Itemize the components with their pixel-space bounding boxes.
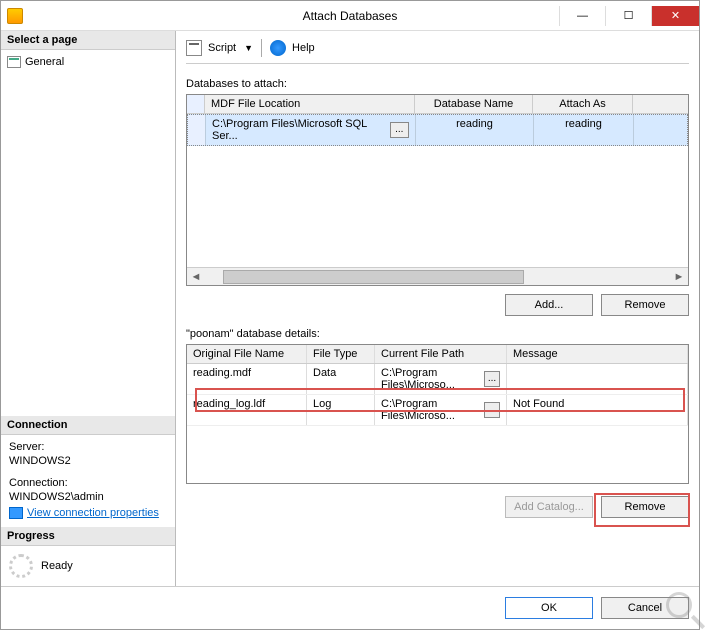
attach-as-cell[interactable]: reading	[534, 115, 634, 145]
close-button[interactable]: ✕	[651, 6, 699, 26]
page-icon	[7, 56, 21, 68]
add-button[interactable]: Add...	[505, 294, 593, 316]
server-label: Server:	[9, 441, 167, 453]
left-panel: Select a page General Connection Server:…	[1, 31, 176, 586]
view-connection-link[interactable]: View connection properties	[27, 507, 159, 519]
script-dropdown-caret[interactable]: ▼	[244, 43, 253, 53]
col-message[interactable]: Message	[507, 345, 688, 363]
col-original-filename[interactable]: Original File Name	[187, 345, 307, 363]
connection-header: Connection	[1, 416, 175, 435]
magnifier-icon	[666, 592, 704, 630]
select-page-header: Select a page	[1, 31, 175, 50]
properties-icon	[9, 507, 23, 519]
dialog-footer: OK Cancel	[1, 586, 699, 629]
details-grid[interactable]: Original File Name File Type Current Fil…	[186, 344, 689, 484]
connection-label: Connection:	[9, 477, 167, 489]
remove-button[interactable]: Remove	[601, 294, 689, 316]
scroll-left-arrow[interactable]: ◄	[187, 271, 205, 283]
col-file-type[interactable]: File Type	[307, 345, 375, 363]
col-mdf[interactable]: MDF File Location	[205, 95, 415, 113]
script-icon	[186, 40, 202, 56]
page-general[interactable]: General	[7, 54, 169, 70]
window-title: Attach Databases	[303, 9, 398, 23]
toolbar: Script ▼ Help	[186, 39, 689, 64]
ok-button[interactable]: OK	[505, 597, 593, 619]
help-icon	[270, 40, 286, 56]
highlight-log-row	[195, 388, 685, 412]
databases-grid[interactable]: MDF File Location Database Name Attach A…	[186, 94, 689, 286]
mdf-path: C:\Program Files\Microsoft SQL Ser...	[212, 118, 390, 142]
col-current-file-path[interactable]: Current File Path	[375, 345, 507, 363]
add-catalog-button: Add Catalog...	[505, 496, 593, 518]
minimize-button[interactable]: —	[559, 6, 605, 26]
page-general-label: General	[25, 56, 64, 68]
progress-header: Progress	[1, 527, 175, 546]
horizontal-scrollbar[interactable]: ◄ ►	[187, 267, 688, 285]
database-details-label: "poonam" database details:	[186, 328, 689, 340]
highlight-remove-button	[594, 493, 690, 527]
connection-value: WINDOWS2\admin	[9, 491, 167, 503]
row-selector[interactable]	[188, 115, 206, 145]
server-value: WINDOWS2	[9, 455, 167, 467]
progress-status: Ready	[41, 560, 73, 572]
db-name-cell[interactable]: reading	[416, 115, 534, 145]
mdf-browse-button[interactable]: ...	[390, 122, 409, 138]
view-connection-properties[interactable]: View connection properties	[9, 505, 167, 521]
help-button[interactable]: Help	[292, 42, 315, 54]
app-icon	[7, 8, 23, 24]
databases-to-attach-label: Databases to attach:	[186, 78, 689, 90]
script-button[interactable]: Script	[208, 42, 236, 54]
database-row[interactable]: C:\Program Files\Microsoft SQL Ser... ..…	[187, 114, 688, 146]
scroll-thumb[interactable]	[223, 270, 524, 284]
maximize-button[interactable]: ☐	[605, 6, 651, 26]
row-header	[187, 95, 205, 113]
col-attach-as[interactable]: Attach As	[533, 95, 633, 113]
cfp-browse-button[interactable]: ...	[484, 371, 500, 387]
titlebar[interactable]: Attach Databases — ☐ ✕	[1, 1, 699, 31]
attach-databases-window: Attach Databases — ☐ ✕ Select a page Gen…	[0, 0, 700, 630]
scroll-right-arrow[interactable]: ►	[670, 271, 688, 283]
progress-spinner-icon	[9, 554, 33, 578]
col-dbname[interactable]: Database Name	[415, 95, 533, 113]
toolbar-separator	[261, 39, 262, 57]
